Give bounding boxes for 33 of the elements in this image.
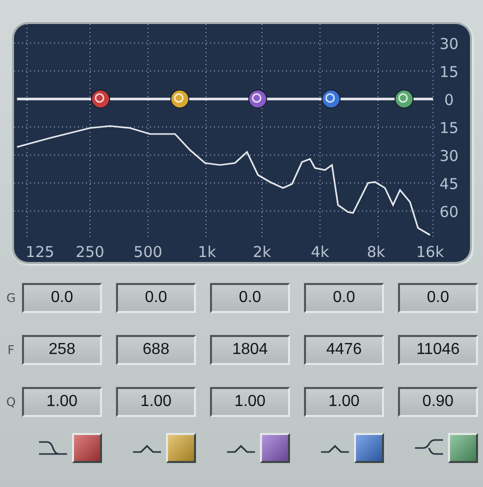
gain-field[interactable]: 0.0 — [22, 283, 102, 313]
gain-axis-label: 60 — [439, 203, 459, 221]
frequency-axis-label: 16k — [416, 243, 444, 261]
frequency-axis-label: 500 — [134, 243, 162, 261]
frequency-axis-label: 125 — [26, 243, 54, 261]
gain-axis-label: 30 — [439, 35, 459, 53]
gain-axis-label: 45 — [439, 175, 459, 193]
frequency-field[interactable]: 258 — [22, 335, 102, 365]
q-field[interactable]: 1.00 — [304, 387, 384, 417]
gain-field[interactable]: 0.0 — [116, 283, 196, 313]
q-field[interactable]: 1.00 — [210, 387, 290, 417]
frequency-field[interactable]: 688 — [116, 335, 196, 365]
q-field[interactable]: 1.00 — [116, 387, 196, 417]
gain-axis-label: 15 — [439, 119, 459, 137]
row-label: F — [6, 343, 16, 357]
frequency-axis-label: 250 — [76, 243, 104, 261]
gain-axis-label: 30 — [439, 147, 459, 165]
q-field[interactable]: 0.90 — [398, 387, 478, 417]
row-label: Q — [5, 395, 17, 409]
frequency-axis-label: 1k — [198, 243, 216, 261]
frequency-axis-label: 4k — [310, 243, 330, 261]
gain-axis-label: 15 — [439, 63, 459, 81]
frequency-axis-label: 2k — [252, 243, 272, 261]
frequency-field[interactable]: 1804 — [210, 335, 290, 365]
frequency-field[interactable]: 4476 — [304, 335, 384, 365]
q-field[interactable]: 1.00 — [22, 387, 102, 417]
gain-field[interactable]: 0.0 — [210, 283, 290, 313]
gain-field[interactable]: 0.0 — [304, 283, 384, 313]
gain-field[interactable]: 0.0 — [398, 283, 478, 313]
frequency-axis-label: 8k — [366, 243, 386, 261]
row-label: G — [5, 291, 17, 305]
frequency-field[interactable]: 11046 — [398, 335, 478, 365]
gain-axis-label: 0 — [444, 91, 454, 109]
